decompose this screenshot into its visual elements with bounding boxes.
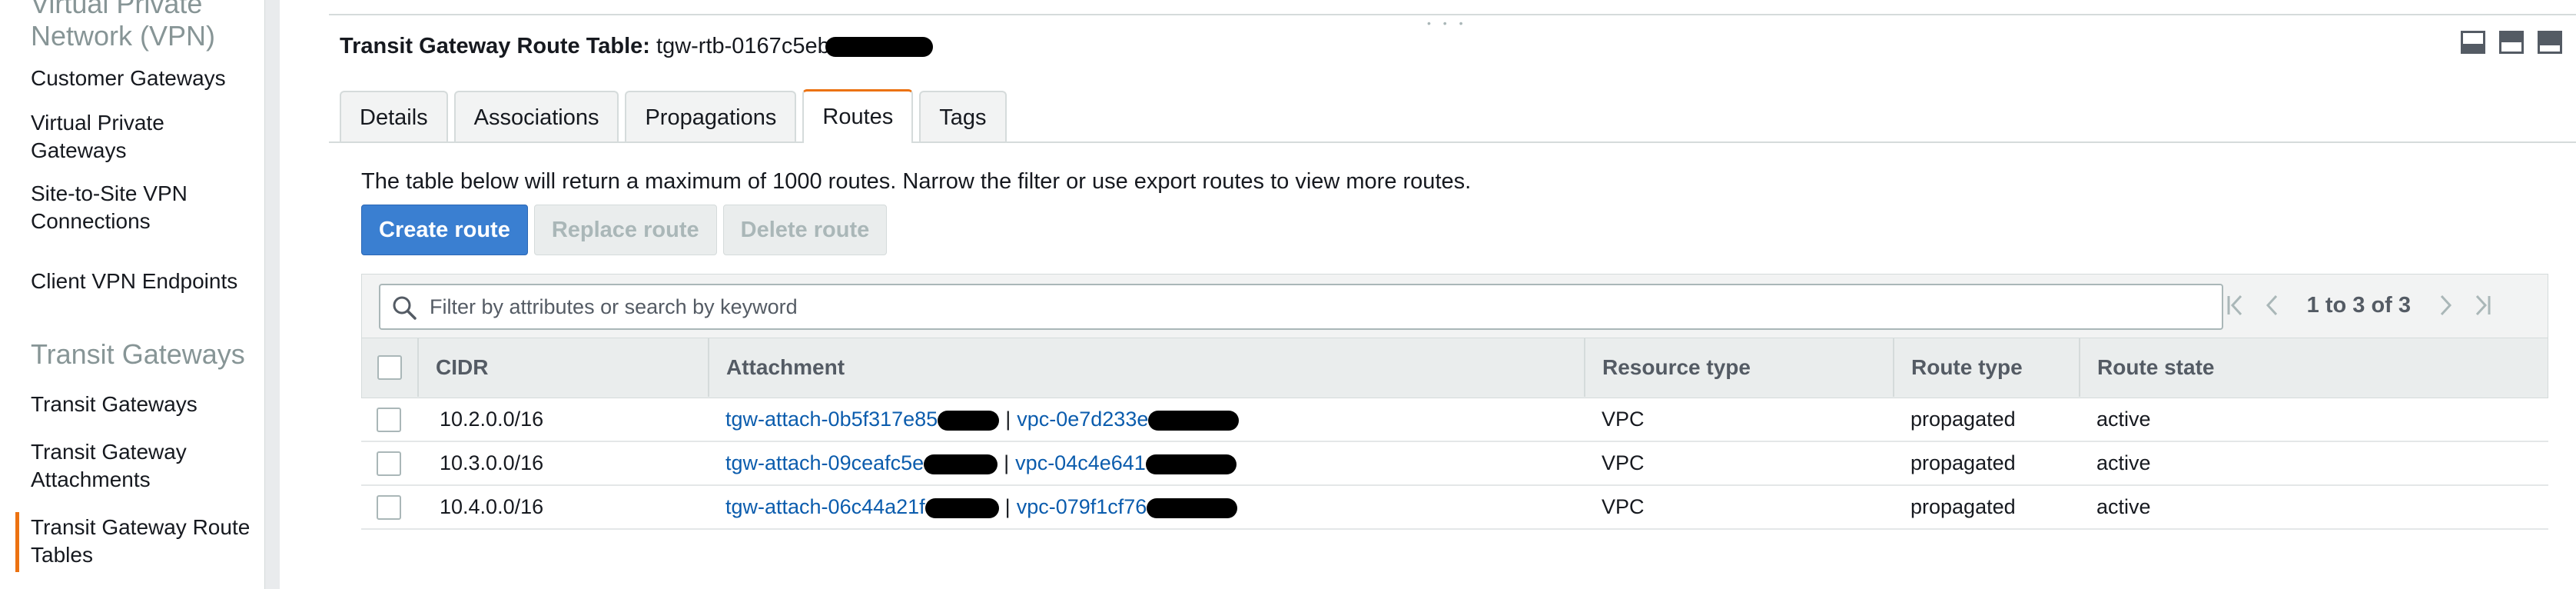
row-checkbox[interactable]: [377, 408, 401, 432]
redaction-mark: [925, 497, 999, 518]
tab-propagations[interactable]: Propagations: [625, 91, 797, 143]
panel-title: Transit Gateway Route Table: tgw-rtb-016…: [340, 31, 933, 62]
attachment-cell: tgw-attach-0b5f317e85 | vpc-0e7d233e: [709, 398, 1240, 441]
table-row[interactable]: 10.4.0.0/16 tgw-attach-06c44a21f | vpc-079…: [361, 486, 2548, 530]
tab-tags[interactable]: Tags: [919, 91, 1007, 143]
last-page-icon[interactable]: [2471, 290, 2494, 321]
select-all-checkbox[interactable]: [377, 355, 402, 380]
attachment-link[interactable]: tgw-attach-0b5f317e85: [725, 408, 938, 431]
nav-section-transit: Transit Gateways: [31, 338, 245, 370]
layout-bottom-icon[interactable]: [2461, 31, 2485, 54]
route-state-cell: active: [2096, 451, 2151, 474]
pagination: 1 to 3 of 3: [2224, 290, 2494, 321]
attachment-link[interactable]: tgw-attach-06c44a21f: [725, 495, 925, 518]
tab-details[interactable]: Details: [340, 91, 448, 143]
nav-item-site-to-site-vpn[interactable]: Site-to-Site VPN Connections: [31, 180, 254, 235]
route-state-cell: active: [2096, 495, 2151, 518]
nav-item-client-vpn-endpoints[interactable]: Client VPN Endpoints: [31, 268, 254, 295]
previous-page-icon[interactable]: [2261, 290, 2284, 321]
detail-tabs: Details Associations Propagations Routes…: [340, 89, 1013, 143]
attachment-cell: tgw-attach-09ceafc5e | vpc-04c4e641: [709, 442, 1237, 484]
nav-item-virtual-private-gateways[interactable]: Virtual Private Gateways: [31, 109, 254, 165]
route-state-cell: active: [2096, 408, 2151, 431]
next-page-icon[interactable]: [2434, 290, 2457, 321]
route-type-cell: propagated: [1910, 495, 2016, 518]
table-row[interactable]: 10.2.0.0/16 tgw-attach-0b5f317e85 | vpc-0e…: [361, 398, 2548, 442]
route-table-id: tgw-rtb-0167c5eb: [656, 34, 830, 58]
routes-table: 1 to 3 of 3 CIDR Attachment Resource typ…: [361, 274, 2548, 535]
row-checkbox[interactable]: [377, 495, 401, 520]
vpc-link[interactable]: vpc-04c4e641: [1015, 451, 1146, 474]
column-header-attachment[interactable]: Attachment: [708, 338, 1584, 397]
resource-type-cell: VPC: [1602, 408, 1645, 431]
panel-title-label: Transit Gateway Route Table:: [340, 34, 650, 58]
nav-divider[interactable]: [264, 0, 280, 589]
panel-border: [329, 14, 2576, 15]
pagination-text: 1 to 3 of 3: [2306, 292, 2411, 318]
table-header: CIDR Attachment Resource type Route type…: [361, 338, 2548, 398]
resource-type-cell: VPC: [1602, 451, 1645, 474]
column-header-route-state[interactable]: Route state: [2079, 338, 2549, 397]
replace-route-button[interactable]: Replace route: [533, 205, 717, 255]
table-row[interactable]: 10.3.0.0/16 tgw-attach-09ceafc5e | vpc-04c…: [361, 442, 2548, 486]
route-type-cell: propagated: [1910, 408, 2016, 431]
resource-type-cell: VPC: [1602, 495, 1645, 518]
tabs-divider: [329, 141, 2576, 143]
vpc-link[interactable]: vpc-079f1cf76: [1017, 495, 1147, 518]
redaction-mark: [1145, 454, 1237, 474]
redaction-mark: [825, 37, 933, 58]
nav-item-transit-gateways[interactable]: Transit Gateways: [31, 391, 254, 418]
tab-routes[interactable]: Routes: [802, 89, 914, 143]
tab-associations[interactable]: Associations: [453, 91, 619, 143]
attachment-link[interactable]: tgw-attach-09ceafc5e: [725, 451, 924, 474]
delete-route-button[interactable]: Delete route: [722, 205, 888, 255]
resize-handle-icon[interactable]: • • •: [1427, 17, 1467, 29]
column-header-resource-type[interactable]: Resource type: [1584, 338, 1893, 397]
nav-item-transit-gateway-route-tables[interactable]: Transit Gateway Route Tables: [15, 512, 254, 572]
search-input[interactable]: [428, 285, 2211, 328]
first-page-icon[interactable]: [2224, 290, 2247, 321]
cidr-cell: 10.3.0.0/16: [440, 451, 544, 474]
nav-item-customer-gateways[interactable]: Customer Gateways: [31, 65, 254, 92]
routes-limit-notice: The table below will return a maximum of…: [361, 169, 1472, 194]
detail-panel: • • • Transit Gateway Route Table: tgw-r…: [280, 0, 2576, 589]
layout-full-icon[interactable]: [2538, 31, 2562, 54]
cidr-cell: 10.4.0.0/16: [440, 495, 544, 518]
redaction-mark: [1147, 497, 1238, 518]
redaction-mark: [1148, 410, 1240, 431]
left-navigation: Virtual Private Network (VPN) Customer G…: [0, 0, 264, 589]
search-box[interactable]: [379, 284, 2223, 330]
redaction-mark: [924, 454, 998, 474]
nav-item-transit-gateway-attachments[interactable]: Transit Gateway Attachments: [31, 438, 254, 494]
nav-section-vpn: Virtual Private Network (VPN): [31, 0, 216, 52]
attachment-cell: tgw-attach-06c44a21f | vpc-079f1cf76: [709, 486, 1238, 528]
column-header-cidr[interactable]: CIDR: [417, 338, 708, 397]
create-route-button[interactable]: Create route: [361, 205, 528, 255]
cidr-cell: 10.2.0.0/16: [440, 408, 544, 431]
route-actions: Create route Replace route Delete route: [361, 205, 888, 255]
search-icon: [393, 296, 417, 320]
column-header-route-type[interactable]: Route type: [1893, 338, 2079, 397]
vpc-link[interactable]: vpc-0e7d233e: [1017, 408, 1148, 431]
filter-bar: 1 to 3 of 3: [361, 274, 2548, 338]
layout-split-icon[interactable]: [2499, 31, 2524, 54]
panel-layout-controls: [2461, 31, 2562, 54]
route-type-cell: propagated: [1910, 451, 2016, 474]
row-checkbox[interactable]: [377, 451, 401, 476]
redaction-mark: [938, 410, 1000, 431]
